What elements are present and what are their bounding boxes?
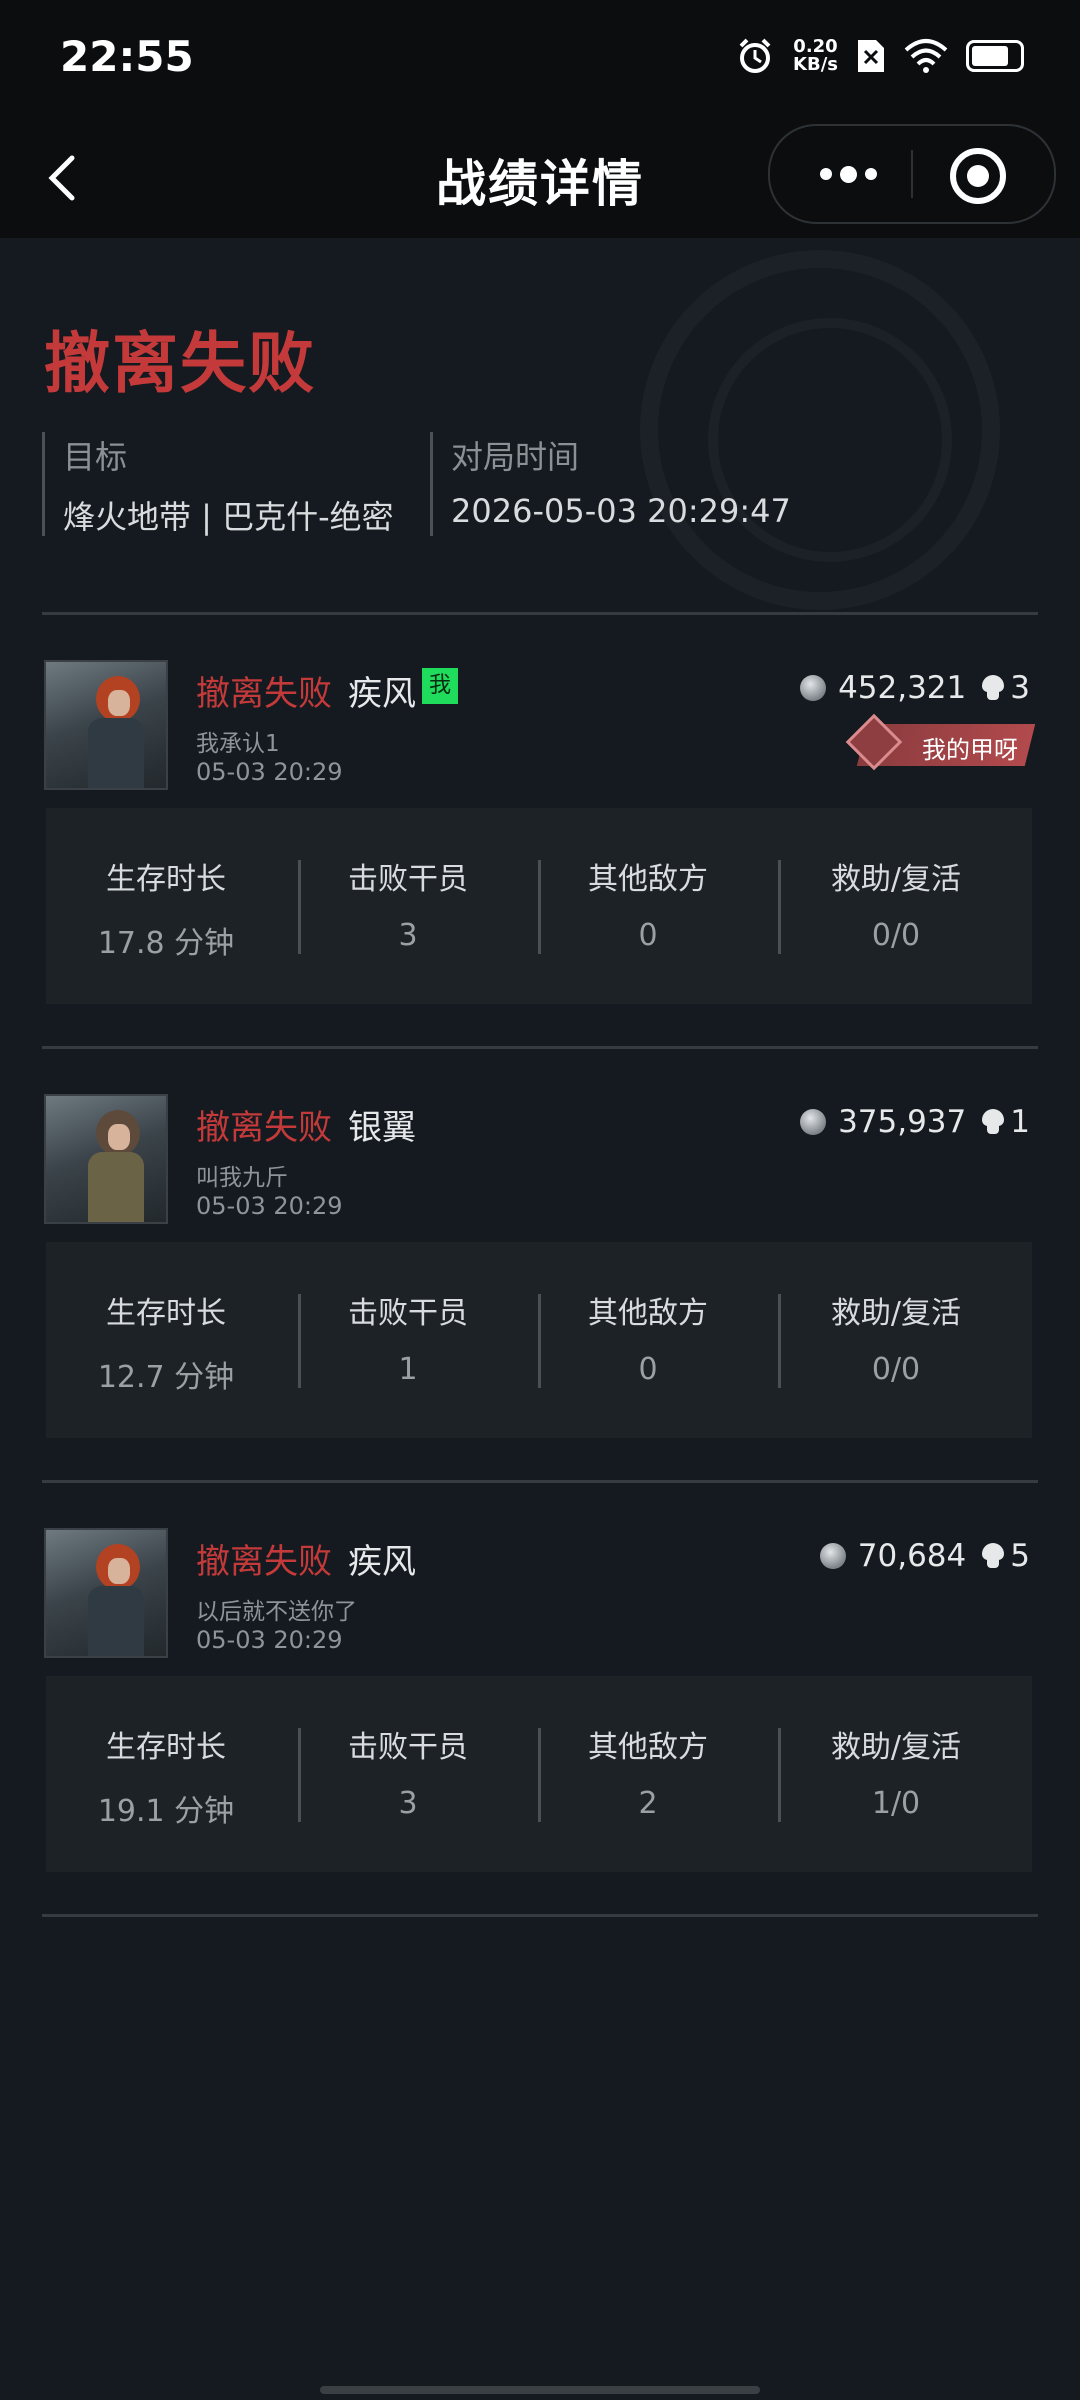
stat-operators-defeated: 击败干员 3	[348, 862, 468, 953]
stat-assist-revive: 救助/复活 0/0	[830, 1296, 962, 1387]
match-time-value: 2026-05-03 20:29:47	[451, 492, 791, 530]
more-dots-icon[interactable]	[800, 144, 896, 204]
player-name: 银翼	[348, 1108, 416, 1148]
player-value: 375,937	[838, 1104, 967, 1140]
stat-assist-revive: 救助/复活 1/0	[830, 1730, 962, 1821]
divider	[42, 1914, 1038, 1917]
player-value-kills: 452,321 3	[800, 670, 1030, 706]
player-stats: 生存时长 17.8 分钟 击败干员 3 其他敌方 0 救助/复活 0/0	[46, 808, 1032, 1004]
player-name: 疾风	[348, 1542, 416, 1582]
divider	[42, 1046, 1038, 1049]
player-value-kills: 70,684 5	[819, 1538, 1030, 1574]
skull-icon	[982, 1543, 1005, 1569]
player-subtitle: 叫我九斤	[196, 1165, 288, 1191]
player-value: 452,321	[838, 670, 967, 706]
player-avatar	[44, 660, 168, 790]
match-result-title: 撤离失败	[44, 325, 316, 402]
stat-assist-revive: 救助/复活 0/0	[830, 862, 962, 953]
stat-other-enemies: 其他敌方 0	[588, 862, 708, 953]
player-time: 05-03 20:29	[196, 758, 343, 786]
player-card[interactable]: 撤离失败 疾风 以后就不送你了 05-03 20:29 70,684 5 生存时…	[42, 1498, 1038, 1898]
status-bar: 22:55 0.20 KB/s	[0, 0, 1080, 120]
stat-other-enemies: 其他敌方 0	[588, 1296, 708, 1387]
player-tag: 我的甲呀	[922, 736, 1018, 764]
player-stats: 生存时长 19.1 分钟 击败干员 3 其他敌方 2 救助/复活 1/0	[46, 1676, 1032, 1872]
player-avatar	[44, 1094, 168, 1224]
stat-survival-time: 生存时长 17.8 分钟	[97, 862, 235, 961]
stat-operators-defeated: 击败干员 1	[348, 1296, 468, 1387]
target-info: 目标 烽火地带 | 巴克什-绝密	[42, 432, 394, 536]
stat-survival-time: 生存时长 12.7 分钟	[97, 1296, 235, 1395]
no-sim-icon	[858, 40, 884, 72]
player-kills: 3	[1010, 670, 1030, 706]
player-card[interactable]: 撤离失败 银翼 叫我九斤 05-03 20:29 375,937 1 生存时长 …	[42, 1064, 1038, 1464]
target-label: 目标	[63, 438, 128, 476]
skull-icon	[982, 1109, 1005, 1135]
status-time: 22:55	[60, 32, 194, 81]
net-speed-unit: KB/s	[793, 54, 838, 75]
match-time-info: 对局时间 2026-05-03 20:29:47	[430, 432, 791, 536]
nav-bar: 战绩详情	[0, 120, 1080, 238]
player-value-kills: 375,937 1	[800, 1104, 1030, 1140]
match-time-label: 对局时间	[451, 438, 580, 476]
target-close-icon[interactable]	[950, 148, 1006, 204]
player-time: 05-03 20:29	[196, 1626, 343, 1654]
divider	[42, 1480, 1038, 1483]
player-name: 疾风	[348, 674, 416, 714]
coin-icon	[819, 1543, 846, 1569]
divider	[42, 612, 1038, 615]
player-subtitle: 我承认1	[196, 731, 280, 757]
player-subtitle: 以后就不送你了	[196, 1599, 357, 1625]
home-indicator[interactable]	[320, 2386, 760, 2394]
player-status: 撤离失败	[196, 674, 332, 714]
player-kills: 5	[1010, 1538, 1030, 1574]
coin-icon	[800, 1109, 827, 1135]
player-stats: 生存时长 12.7 分钟 击败干员 1 其他敌方 0 救助/复活 0/0	[46, 1242, 1032, 1438]
player-card[interactable]: 撤离失败 疾风 我 我承认1 05-03 20:29 452,321 3 我的甲…	[42, 630, 1038, 1030]
status-icons: 0.20 KB/s	[735, 36, 1024, 76]
player-status: 撤离失败	[196, 1108, 332, 1148]
player-value: 70,684	[857, 1538, 967, 1574]
battery-icon	[966, 40, 1024, 72]
target-value: 烽火地带 | 巴克什-绝密	[63, 498, 394, 536]
me-badge: 我	[422, 668, 458, 704]
network-speed-icon: 0.20 KB/s	[793, 38, 838, 74]
stat-other-enemies: 其他敌方 2	[588, 1730, 708, 1821]
wifi-icon	[904, 39, 948, 73]
player-time: 05-03 20:29	[196, 1192, 343, 1220]
skull-icon	[982, 675, 1005, 701]
alarm-icon	[739, 38, 771, 73]
background-emblem	[640, 250, 1000, 610]
mini-program-capsule	[768, 124, 1056, 224]
stat-survival-time: 生存时长 19.1 分钟	[97, 1730, 235, 1829]
player-kills: 1	[1010, 1104, 1030, 1140]
coin-icon	[800, 675, 827, 701]
stat-operators-defeated: 击败干员 3	[348, 1730, 468, 1821]
player-status: 撤离失败	[196, 1542, 332, 1582]
player-avatar	[44, 1528, 168, 1658]
